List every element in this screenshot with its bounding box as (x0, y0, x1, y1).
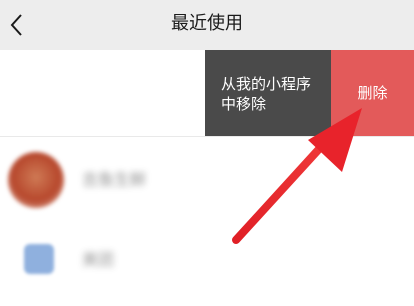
remove-button-label: 从我的小程序 中移除 (221, 75, 312, 113)
remove-from-my-mini-programs-button[interactable]: 从我的小程序 中移除 (205, 50, 331, 136)
mini-program-avatar (24, 244, 54, 274)
mini-program-avatar (8, 152, 64, 208)
nav-bar: 最近使用 (0, 0, 414, 50)
delete-button-label: 删除 (357, 84, 388, 102)
delete-button[interactable]: 删除 (331, 50, 414, 136)
list-item[interactable] (0, 226, 414, 306)
page-title: 最近使用 (171, 13, 243, 34)
list-item-name: 吉鱼生鲜 (82, 170, 147, 189)
list-item-name: 美团 (82, 250, 115, 269)
